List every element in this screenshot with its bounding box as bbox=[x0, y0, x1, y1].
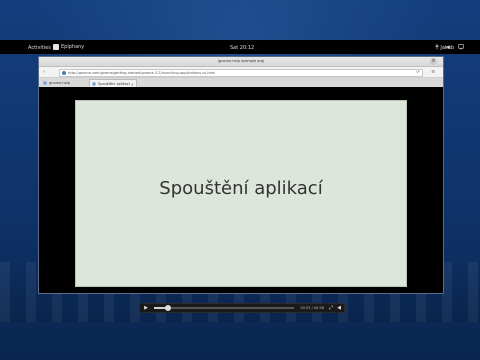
window-titlebar[interactable]: (gnome-help example org) × bbox=[39, 57, 443, 67]
video-heading: Spouštění aplikací bbox=[159, 178, 323, 199]
tab-label: gnome-help bbox=[49, 81, 70, 85]
app-menu[interactable]: Epiphany bbox=[53, 44, 84, 50]
video-controls: ▶ 00:03 / 00:58 ⤢ ◀ bbox=[139, 303, 345, 313]
volume-icon[interactable]: ◀ bbox=[336, 305, 342, 311]
site-icon bbox=[62, 71, 66, 75]
network-icon[interactable] bbox=[458, 44, 464, 50]
activities-button[interactable]: Activities bbox=[28, 45, 51, 51]
tab-close-icon[interactable]: × bbox=[131, 82, 134, 87]
top-bar: Activities Epiphany Sat 20:12 Jakub bbox=[0, 40, 480, 54]
window-title: (gnome-help example org) bbox=[217, 59, 265, 63]
time-readout: 00:03 / 00:58 bbox=[300, 306, 324, 310]
address-bar: ‹ http://gnome.com/gnome/getting-started… bbox=[39, 67, 443, 78]
page-icon bbox=[43, 81, 47, 85]
clock[interactable]: Sat 20:12 bbox=[230, 45, 254, 51]
browser-window: (gnome-help example org) × ‹ http://gnom… bbox=[38, 56, 444, 313]
desktop: Activities Epiphany Sat 20:12 Jakub (gno… bbox=[0, 0, 480, 360]
app-name: Epiphany bbox=[61, 44, 85, 50]
browser-app-icon bbox=[53, 44, 59, 50]
page-content: Spouštění aplikací ▶ 00:03 / 00:58 ⤢ ◀ bbox=[39, 87, 443, 313]
user-menu[interactable]: Jakub bbox=[440, 45, 454, 51]
video-frame[interactable]: Spouštění aplikací bbox=[75, 100, 407, 287]
back-icon[interactable]: ‹ bbox=[41, 69, 47, 75]
seek-bar[interactable] bbox=[154, 305, 294, 311]
seek-handle[interactable] bbox=[165, 305, 171, 311]
url-text: http://gnome.com/gnome/getting-started/g… bbox=[68, 71, 216, 75]
menu-icon[interactable]: ☰ bbox=[429, 69, 437, 75]
tab-label: Spouštění aplikací bbox=[98, 82, 130, 86]
page-icon bbox=[92, 82, 96, 86]
tab-gnome-help[interactable]: gnome-help bbox=[41, 79, 85, 87]
play-icon[interactable]: ▶ bbox=[143, 305, 149, 311]
reload-icon[interactable]: ⟳ bbox=[415, 69, 421, 75]
url-input[interactable]: http://gnome.com/gnome/getting-started/g… bbox=[59, 69, 423, 77]
close-icon[interactable]: × bbox=[430, 58, 437, 65]
fullscreen-icon[interactable]: ⤢ bbox=[328, 305, 334, 311]
